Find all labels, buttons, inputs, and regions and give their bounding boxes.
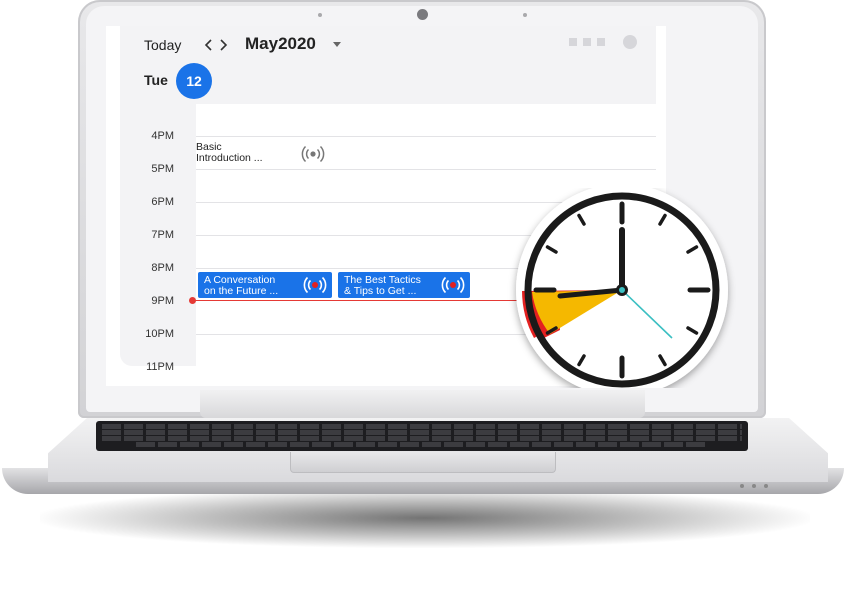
time-label: 5PM bbox=[151, 163, 174, 175]
time-label: 11PM bbox=[146, 361, 174, 373]
live-broadcast-icon bbox=[303, 276, 327, 294]
time-label: 4PM bbox=[151, 130, 174, 142]
sensor-dot bbox=[523, 13, 527, 17]
indicator-light bbox=[752, 484, 756, 488]
indicator-light bbox=[764, 484, 768, 488]
live-broadcast-icon bbox=[301, 145, 325, 163]
event-the-best-tactics[interactable]: The Best Tactics & Tips to Get ... bbox=[338, 272, 470, 298]
event-title: The Best Tactics & Tips to Get ... bbox=[344, 274, 421, 297]
current-time-dot bbox=[189, 297, 196, 304]
event-title: A Conversation on the Future ... bbox=[204, 274, 279, 297]
laptop-trackpad bbox=[290, 452, 556, 473]
caret-down-icon[interactable] bbox=[332, 40, 342, 48]
chevron-right-icon[interactable] bbox=[217, 38, 229, 52]
view-toggle[interactable] bbox=[569, 38, 577, 46]
time-label: 10PM bbox=[145, 328, 174, 340]
time-label: 6PM bbox=[151, 196, 174, 208]
chevron-left-icon[interactable] bbox=[203, 38, 215, 52]
sensor-dot bbox=[318, 13, 322, 17]
avatar[interactable] bbox=[623, 35, 637, 49]
clock-icon bbox=[516, 188, 728, 388]
time-label: 8PM bbox=[151, 262, 174, 274]
hour-line bbox=[196, 169, 656, 170]
laptop-keyboard bbox=[96, 421, 748, 451]
today-button[interactable]: Today bbox=[144, 37, 181, 53]
laptop-hinge bbox=[200, 390, 645, 418]
time-label: 9PM bbox=[151, 295, 174, 307]
event-a-conversation[interactable]: A Conversation on the Future ... bbox=[198, 272, 332, 298]
time-label: 7PM bbox=[151, 229, 174, 241]
current-time-line bbox=[192, 300, 522, 301]
view-toggle[interactable] bbox=[597, 38, 605, 46]
hour-line bbox=[196, 136, 656, 137]
view-toggle[interactable] bbox=[583, 38, 591, 46]
laptop-shadow bbox=[40, 488, 810, 548]
month-selector[interactable]: May2020 bbox=[245, 34, 316, 54]
day-number-badge[interactable]: 12 bbox=[176, 63, 212, 99]
indicator-light bbox=[740, 484, 744, 488]
webcam bbox=[417, 9, 428, 20]
day-name: Tue bbox=[144, 72, 168, 88]
event-basic-introduction[interactable]: Basic Introduction ... bbox=[196, 140, 336, 168]
event-title: Basic Introduction ... bbox=[196, 141, 263, 164]
live-broadcast-icon bbox=[441, 276, 465, 294]
